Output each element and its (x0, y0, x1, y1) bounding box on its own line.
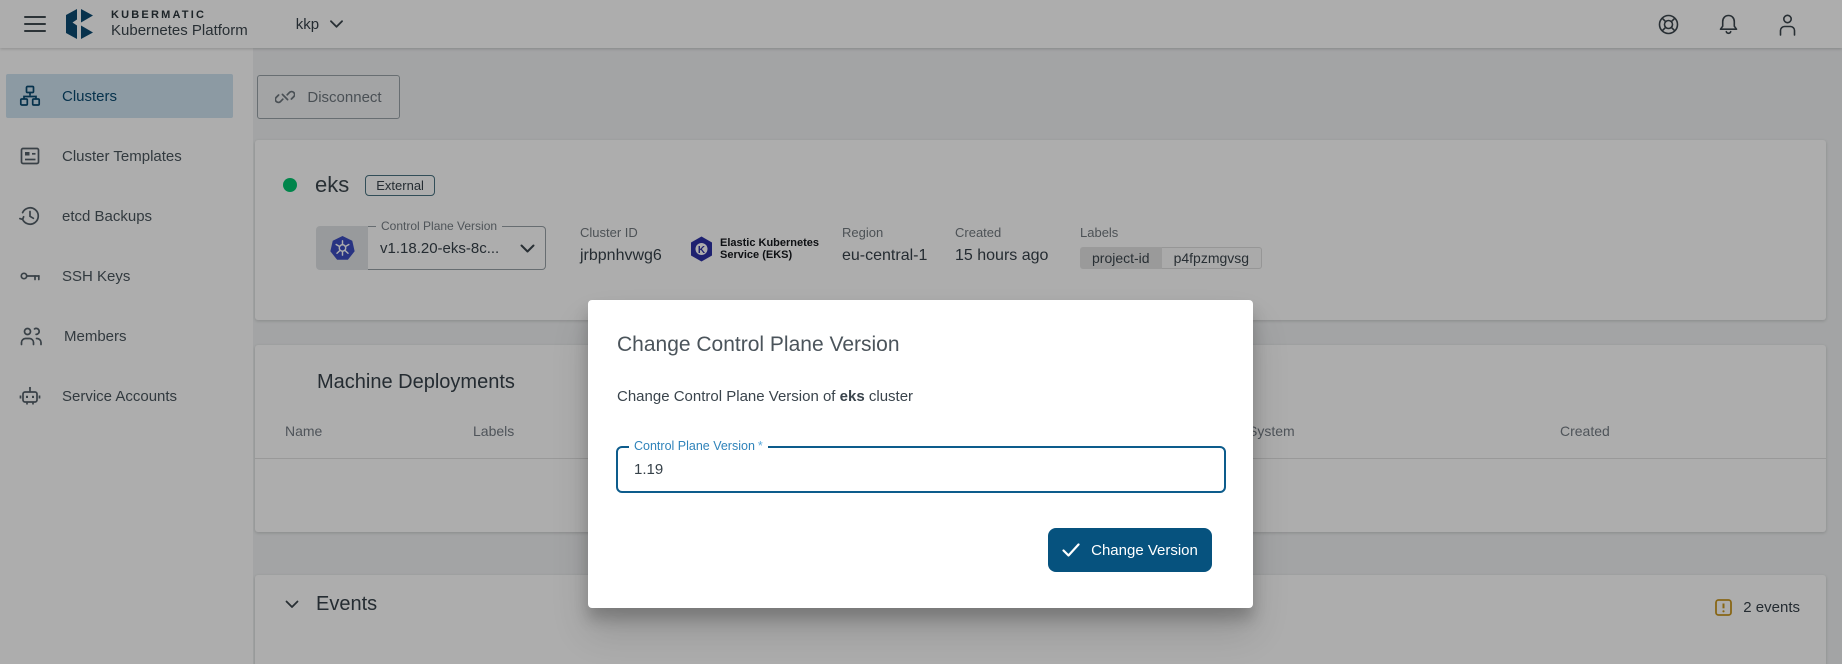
dialog-title: Change Control Plane Version (617, 333, 900, 357)
control-plane-version-input[interactable] (618, 448, 1224, 491)
change-version-button[interactable]: Change Version (1048, 528, 1212, 572)
dialog-cluster-name: eks (840, 388, 865, 405)
required-asterisk: * (758, 439, 763, 453)
change-version-dialog: Change Control Plane Version Change Cont… (588, 300, 1253, 608)
control-plane-version-input-field: Control Plane Version* (616, 446, 1226, 493)
app-root: KUBERMATIC Kubernetes Platform kkp (0, 0, 1842, 664)
input-label: Control Plane Version* (629, 439, 768, 453)
dialog-subtitle: Change Control Plane Version of eks clus… (617, 388, 913, 405)
check-icon (1062, 543, 1080, 557)
change-version-label: Change Version (1091, 542, 1198, 559)
